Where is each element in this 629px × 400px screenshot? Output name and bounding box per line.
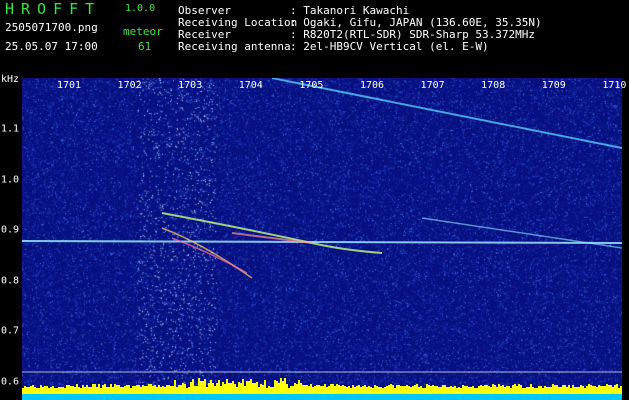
level-bar: [620, 386, 622, 394]
file-datetime: 25.05.07 17:00: [5, 40, 98, 53]
meteor-count: 61: [138, 40, 152, 53]
app-name: HROFFT: [5, 0, 102, 18]
meteor-label: meteor: [123, 25, 163, 38]
carrier-trace: [22, 240, 622, 244]
x-tick-label: 1706: [359, 80, 385, 91]
level-baseline: [22, 394, 622, 400]
y-tick-label: 0.9: [1, 224, 20, 236]
app-version: 1.0.0: [125, 3, 156, 14]
antenna-value: : 2el-HB9CV Vertical (el. E-W): [290, 40, 489, 53]
spectrogram-overlay: [22, 78, 622, 373]
spectrogram-area: [22, 78, 622, 400]
x-tick-label: 1709: [541, 80, 566, 91]
file-name: 2505071700.png: [5, 21, 98, 34]
x-tick-label: 1707: [420, 80, 445, 91]
x-tick-label: 1704: [238, 80, 263, 91]
antenna-key: Receiving antenna: [178, 40, 291, 53]
x-tick-label: 1701: [56, 80, 82, 91]
y-tick-label: 0.6: [1, 376, 20, 387]
x-tick-label: 1708: [481, 80, 506, 91]
x-tick-label: 1705: [299, 80, 324, 91]
y-tick-label: 1.1: [1, 123, 20, 135]
y-tick-label: 0.7: [1, 325, 20, 337]
y-tick-label: 1.0: [1, 174, 20, 185]
x-tick-label: 1702: [117, 80, 142, 91]
frequency-unit: kHz: [1, 74, 20, 85]
x-tick-label: 1710: [602, 80, 627, 91]
y-tick-label: 0.8: [1, 275, 20, 286]
doppler-trace-1: [271, 78, 622, 149]
signal-level-bars: [22, 378, 622, 400]
x-tick-label: 1703: [178, 80, 203, 91]
